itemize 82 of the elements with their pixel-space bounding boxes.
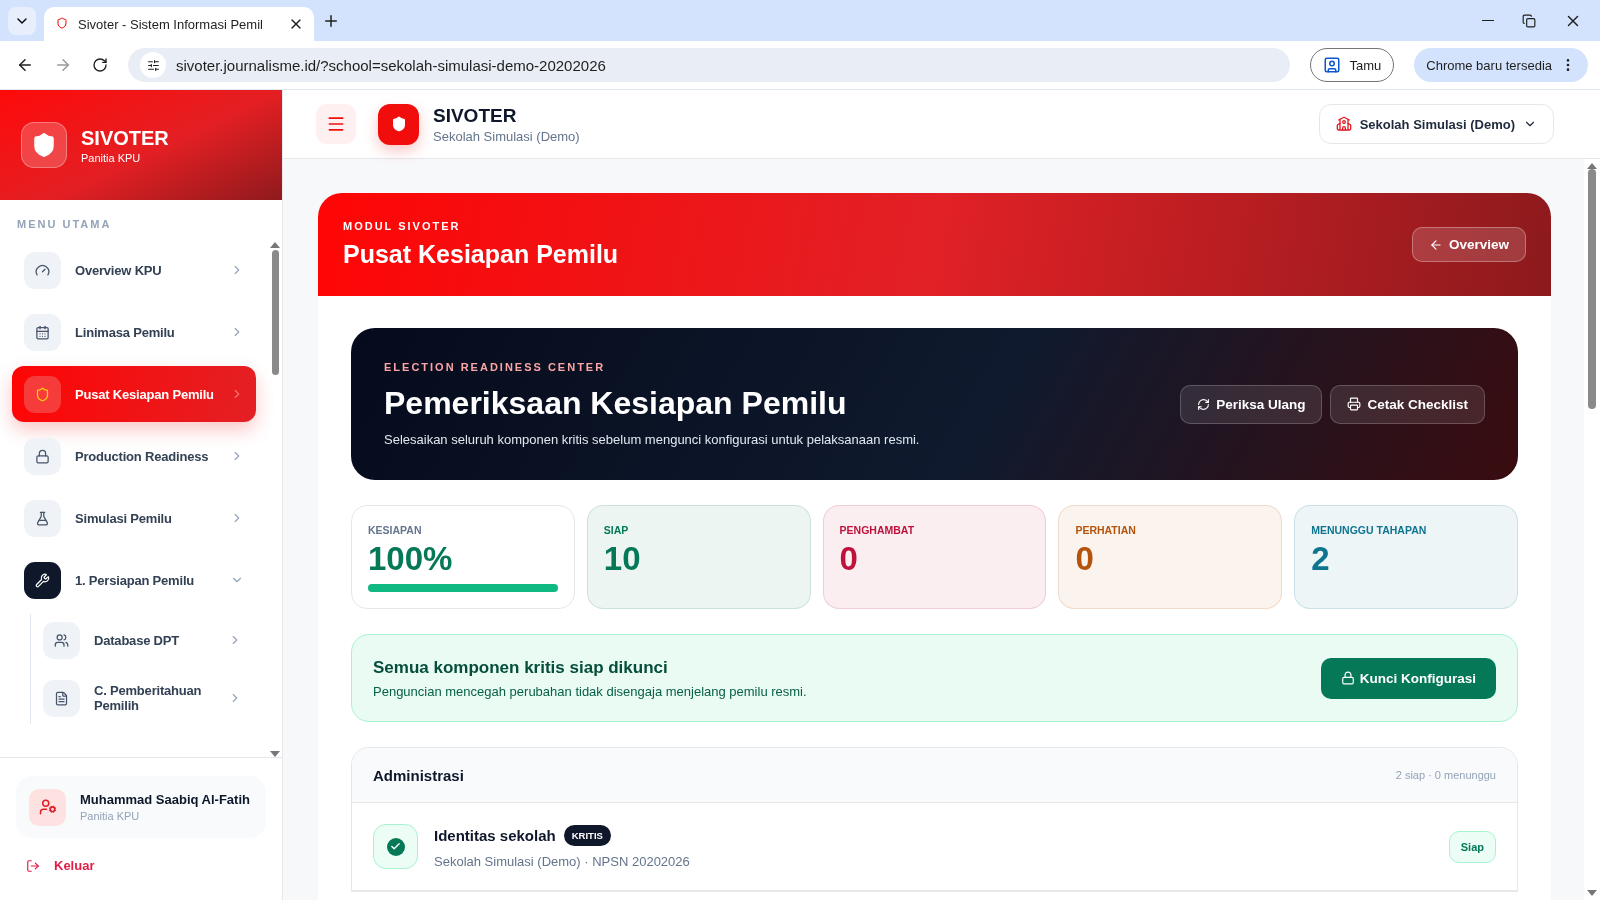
shield-icon bbox=[24, 375, 61, 413]
school-select[interactable]: Sekolah Simulasi (Demo) bbox=[1318, 104, 1554, 144]
profile-button[interactable]: Tamu bbox=[1310, 48, 1395, 82]
address-bar[interactable]: sivoter.journalisme.id/?school=sekolah-simulasi-demo-20202026 bbox=[128, 48, 1291, 82]
stat-label: MENUNGGU TAHAPAN bbox=[1311, 524, 1428, 536]
app-subtitle: Sekolah Simulasi (Demo) bbox=[433, 128, 580, 144]
menu-icon bbox=[326, 114, 346, 134]
overview-button[interactable]: Overview bbox=[1411, 227, 1526, 262]
reload-icon bbox=[92, 57, 108, 73]
forward-button[interactable] bbox=[54, 56, 72, 74]
minimize-icon bbox=[1482, 19, 1494, 22]
browser-tab[interactable]: Sivoter - Sistem Informasi Pemil bbox=[44, 7, 314, 41]
sidebar-item[interactable]: Production Readiness bbox=[12, 428, 256, 484]
check-icon bbox=[386, 837, 405, 856]
lock-icon bbox=[24, 437, 61, 475]
hero-title: Pemeriksaan Kesiapan Pemilu bbox=[384, 385, 848, 422]
logout-icon bbox=[26, 858, 40, 873]
recheck-button[interactable]: Periksa Ulang bbox=[1180, 384, 1323, 424]
item-subtitle: Sekolah Simulasi (Demo) · NPSN 20202026 bbox=[434, 853, 690, 869]
stat-value: 2 bbox=[1311, 540, 1331, 578]
sidebar-subitem[interactable]: Database DPT bbox=[31, 614, 256, 666]
stat-value: 10 bbox=[603, 540, 642, 578]
favicon-icon bbox=[56, 16, 68, 32]
stat-value: 100% bbox=[368, 540, 454, 578]
arrow-right-icon bbox=[54, 56, 72, 74]
printer-icon bbox=[1347, 397, 1362, 411]
school-icon bbox=[1335, 116, 1352, 132]
status-badge: Siap bbox=[1448, 830, 1496, 863]
sidebar-item[interactable]: Simulasi Pemilu bbox=[12, 490, 256, 546]
document-icon bbox=[43, 679, 80, 717]
brand-role: Panitia KPU bbox=[81, 151, 142, 164]
shield-logo-icon bbox=[378, 103, 419, 145]
calendar-icon bbox=[24, 313, 61, 351]
reload-button[interactable] bbox=[92, 57, 108, 73]
wrench-icon bbox=[24, 561, 61, 599]
app-title: SIVOTER bbox=[433, 104, 518, 127]
profile-icon bbox=[1323, 56, 1342, 74]
update-button[interactable]: Chrome baru tersedia bbox=[1414, 48, 1588, 82]
menu-section-label: MENU UTAMA bbox=[16, 217, 113, 232]
stat-label: PENGHAMBAT bbox=[839, 524, 916, 536]
sidebar-subitem[interactable]: C. Pemberitahuan Pemilih bbox=[31, 672, 256, 724]
sidebar-item[interactable]: Linimasa Pemilu bbox=[12, 304, 256, 360]
tab-list-button[interactable] bbox=[8, 6, 36, 35]
item-title: Identitas sekolah bbox=[434, 826, 556, 844]
notice-description: Penguncian mencegah perubahan tidak disengaja menjelang pemilu resmi. bbox=[373, 683, 807, 699]
tab-title: Sivoter - Sistem Informasi Pemil bbox=[78, 16, 264, 32]
refresh-icon bbox=[1197, 397, 1211, 411]
sidebar-item[interactable]: 1. Persiapan Pemilu bbox=[12, 552, 256, 608]
sidebar-item[interactable]: Overview KPU bbox=[12, 242, 256, 298]
minimize-button[interactable] bbox=[1482, 19, 1494, 22]
restore-button[interactable] bbox=[1522, 13, 1536, 28]
brand-name: SIVOTER bbox=[81, 126, 169, 150]
site-settings-icon[interactable] bbox=[140, 52, 166, 78]
section-summary: 2 siap · 0 menunggu bbox=[1395, 769, 1496, 781]
users-icon bbox=[43, 621, 80, 659]
logout-link[interactable]: Keluar bbox=[16, 858, 266, 873]
hero-eyebrow: ELECTION READINESS CENTER bbox=[384, 361, 607, 373]
shield-logo-icon bbox=[21, 122, 67, 168]
back-button[interactable] bbox=[16, 56, 34, 74]
arrow-left-icon bbox=[1428, 237, 1443, 252]
notice-title: Semua komponen kritis siap dikunci bbox=[373, 657, 669, 678]
sidebar-item[interactable]: Pusat Kesiapan Pemilu bbox=[12, 366, 256, 422]
flask-icon bbox=[24, 499, 61, 537]
user-role: Panitia KPU bbox=[80, 810, 141, 822]
banner-eyebrow: MODUL SIVOTER bbox=[343, 220, 462, 232]
print-button[interactable]: Cetak Checklist bbox=[1330, 384, 1485, 424]
hero-description: Selesaikan seluruh komponen kritis sebelum mengunci konfigurasi untuk pelaksanaan resmi. bbox=[384, 432, 920, 447]
page-scrollbar[interactable] bbox=[1584, 159, 1600, 900]
stat-label: PERHATIAN bbox=[1075, 524, 1137, 536]
user-name: Muhammad Saabiq Al-Fatih bbox=[80, 792, 250, 807]
critical-badge: KRITIS bbox=[563, 824, 611, 846]
stat-label: KESIAPAN bbox=[368, 524, 423, 536]
lock-icon bbox=[1340, 671, 1355, 685]
menu-button[interactable] bbox=[316, 104, 356, 144]
restore-icon bbox=[1522, 13, 1536, 28]
stat-label: SIAP bbox=[603, 524, 630, 536]
stat-value: 0 bbox=[1075, 540, 1095, 578]
section-title: Administrasi bbox=[373, 766, 464, 784]
stat-value: 0 bbox=[839, 540, 859, 578]
lock-config-button[interactable]: Kunci Konfigurasi bbox=[1320, 657, 1496, 699]
banner-title: Pusat Kesiapan Pemilu bbox=[343, 240, 619, 269]
gauge-icon bbox=[24, 251, 61, 289]
